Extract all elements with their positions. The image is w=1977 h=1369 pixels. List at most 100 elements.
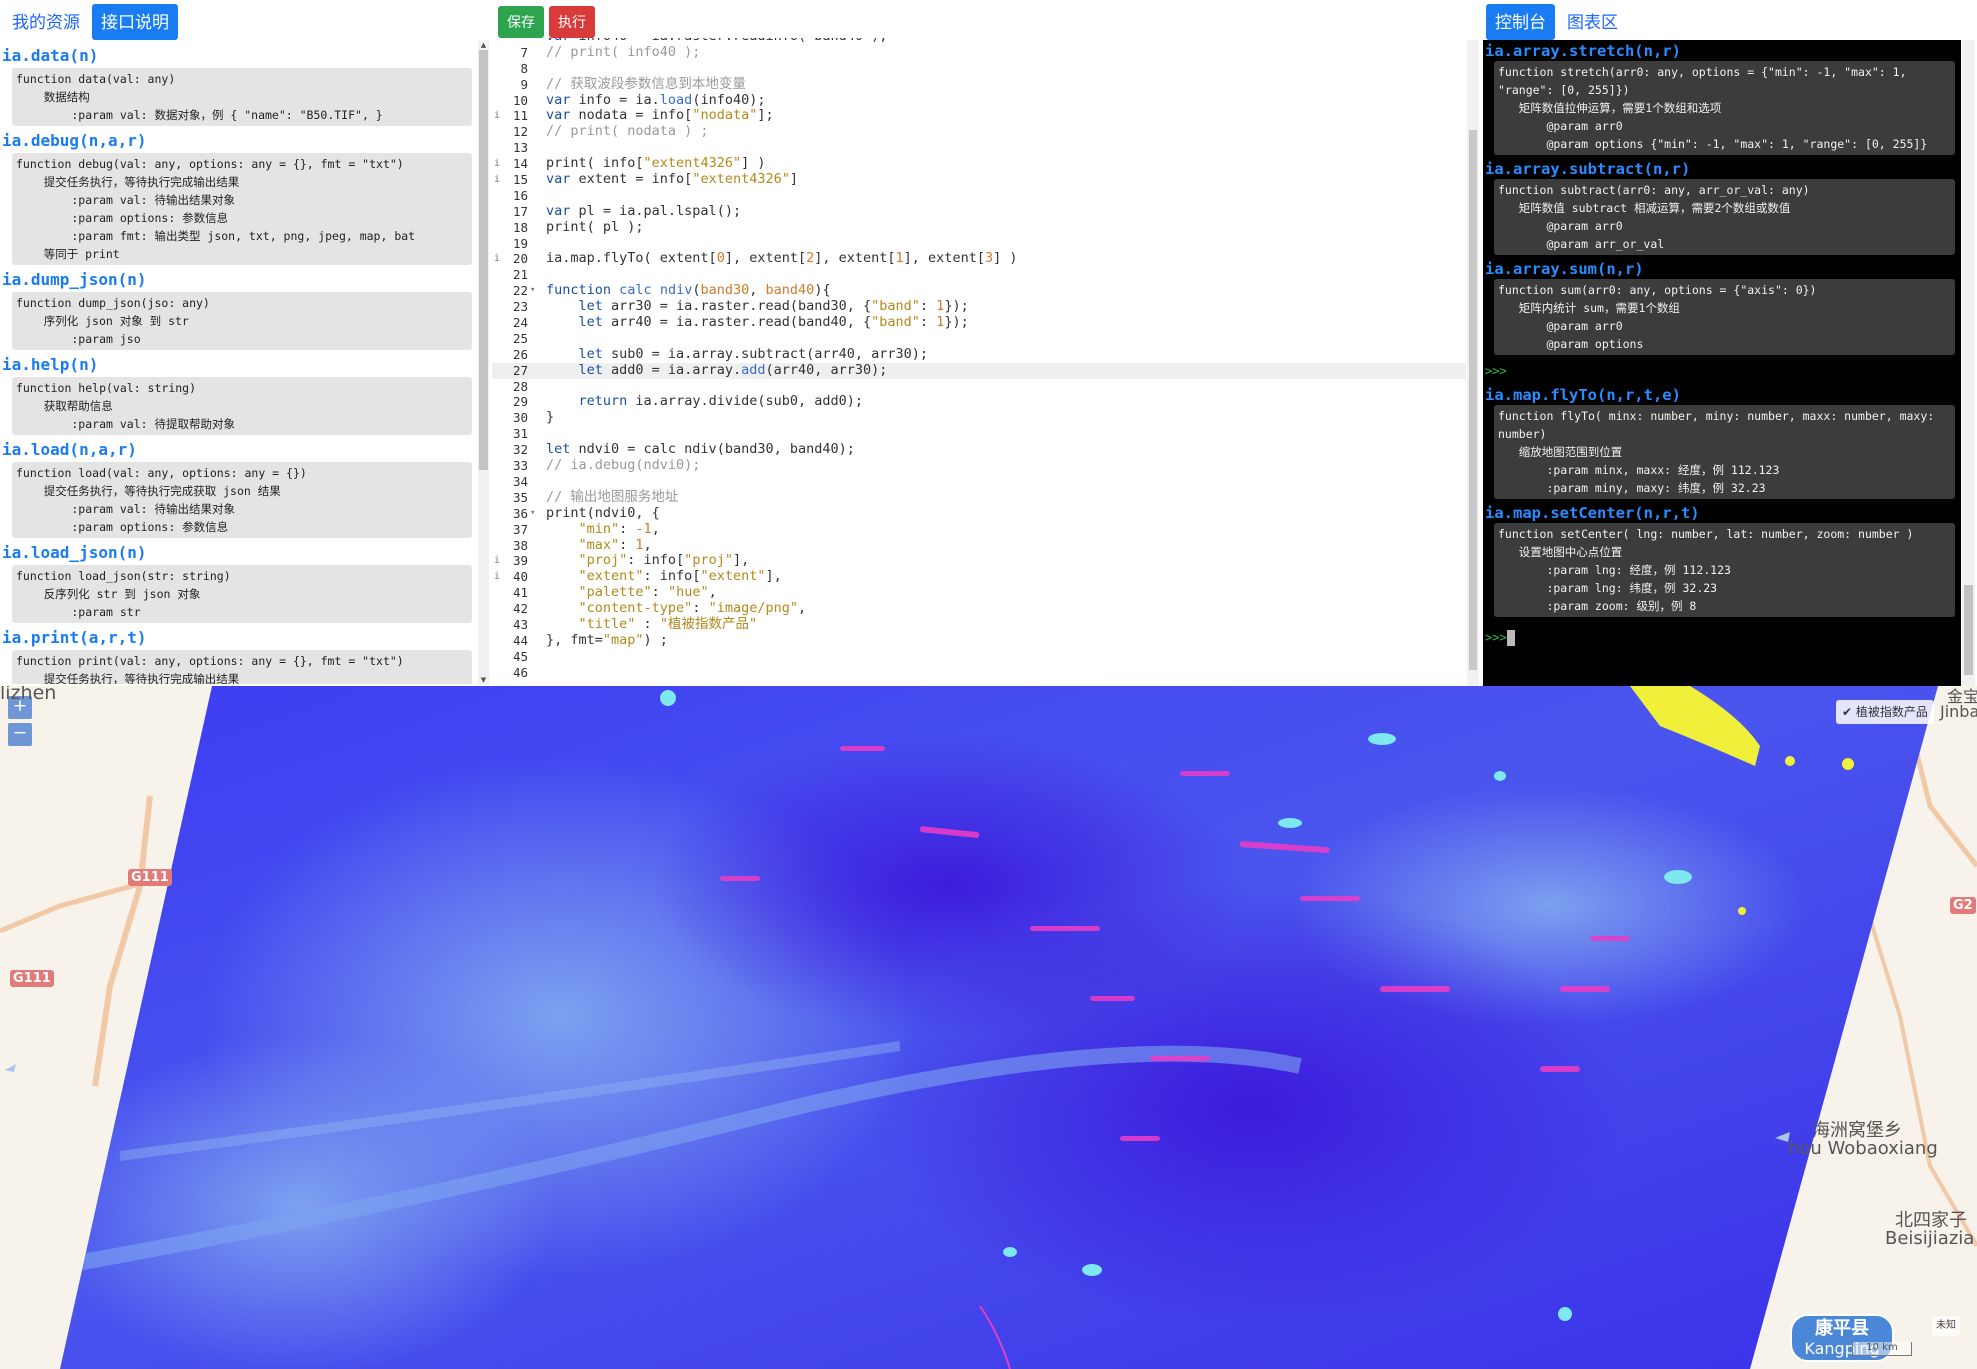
code-line[interactable]: 41 "palette": "hue", bbox=[492, 584, 1466, 601]
code-text: // 获取波段参数信息到本地变量 bbox=[546, 75, 746, 92]
scrollbar-thumb[interactable] bbox=[1964, 585, 1973, 675]
code-line[interactable]: 18 print( pl ); bbox=[492, 218, 1466, 236]
code-line[interactable]: 32 let ndvi0 = calc ndiv(band30, band40); bbox=[492, 441, 1466, 458]
code-line[interactable]: 37 "min": -1, bbox=[492, 521, 1466, 538]
line-number: 19 bbox=[512, 235, 528, 251]
code-text: var extent = info["extent4326"] bbox=[546, 171, 798, 188]
checkbox-icon[interactable]: ✔ bbox=[1842, 705, 1852, 719]
console-scrollbar[interactable] bbox=[1962, 40, 1975, 686]
code-line[interactable]: 27 let add0 = ia.array.add(arr40, arr30)… bbox=[492, 362, 1466, 379]
doc-entry-title[interactable]: ia.load_json(n) bbox=[0, 541, 474, 563]
code-area[interactable]: var info40 = ia.raster.readinfo( band40 … bbox=[492, 38, 1466, 686]
doc-entry-body: function load(val: any, options: any = {… bbox=[12, 462, 472, 538]
city-name-zh: 康平县 bbox=[1815, 1318, 1869, 1339]
code-line[interactable]: 35 // 输出地图服务地址 bbox=[492, 488, 1466, 506]
code-line[interactable]: 42 "content-type": "image/png", bbox=[492, 600, 1466, 617]
doc-line: function load_json(str: string) bbox=[16, 569, 231, 583]
doc-entry-title[interactable]: ia.dump_json(n) bbox=[0, 268, 474, 290]
code-line[interactable]: 31 bbox=[492, 426, 1466, 442]
scrollbar-thumb[interactable] bbox=[1469, 130, 1477, 670]
tab-my-resources[interactable]: 我的资源 bbox=[6, 4, 86, 40]
code-line[interactable]: 23 let arr30 = ia.raster.read(band30, {"… bbox=[492, 298, 1466, 315]
code-line[interactable]: 33 // ia.debug(ndvi0); bbox=[492, 457, 1466, 474]
code-line[interactable]: 34 bbox=[492, 474, 1466, 490]
doc-entry-title[interactable]: ia.help(n) bbox=[0, 353, 474, 375]
code-line[interactable]: 29 return ia.array.divide(sub0, add0); bbox=[492, 394, 1466, 410]
code-text: let sub0 = ia.array.subtract(arr40, arr3… bbox=[578, 345, 929, 362]
line-number: 16 bbox=[512, 187, 528, 203]
code-text: // 输出地图服务地址 bbox=[546, 488, 679, 505]
console-line: @param options {"min": -1, "max": 1, "ra… bbox=[1498, 137, 1928, 151]
code-line[interactable]: i 14 print( info["extent4326"] ) bbox=[492, 155, 1466, 172]
console-line: :param minx, maxx: 经度，例 112.123 bbox=[1498, 463, 1780, 477]
code-line[interactable]: 16 bbox=[492, 188, 1466, 204]
console-entry-title: ia.array.stretch(n,r) bbox=[1485, 42, 1681, 60]
code-line[interactable]: 9 // 获取波段参数信息到本地变量 bbox=[492, 75, 1466, 93]
layer-toggle[interactable]: ✔ 植被指数产品 bbox=[1836, 700, 1934, 724]
code-line[interactable]: 43 "title" : "植被指数产品" bbox=[492, 616, 1466, 633]
tab-chart-area[interactable]: 图表区 bbox=[1561, 4, 1624, 40]
doc-entry-title[interactable]: ia.load(n,a,r) bbox=[0, 438, 474, 460]
doc-entry-title[interactable]: ia.data(n) bbox=[0, 44, 474, 66]
zoom-out-button[interactable]: − bbox=[8, 723, 32, 746]
code-text: print( pl ); bbox=[546, 218, 644, 235]
console-entry-title: ia.map.flyTo(n,r,t,e) bbox=[1485, 386, 1681, 404]
code-line[interactable]: 21 bbox=[492, 267, 1466, 283]
code-line[interactable]: i 40 "extent": info["extent"], bbox=[492, 568, 1466, 585]
code-line[interactable]: i 39 "proj": info["proj"], bbox=[492, 552, 1466, 569]
doc-line: 提交任务执行，等待执行完成获取 json 结果 bbox=[16, 484, 281, 498]
code-line[interactable]: i 15 var extent = info["extent4326"] bbox=[492, 171, 1466, 188]
code-line[interactable]: 28 bbox=[492, 379, 1466, 395]
scrollbar-thumb[interactable] bbox=[479, 50, 488, 470]
tab-console[interactable]: 控制台 bbox=[1486, 4, 1555, 40]
console-line: :param zoom: 级别，例 8 bbox=[1498, 599, 1697, 613]
doc-entry-title[interactable]: ia.print(a,r,t) bbox=[0, 626, 474, 648]
fold-arrow-icon[interactable]: ▾ bbox=[530, 283, 535, 299]
code-line[interactable]: 30} bbox=[492, 409, 1466, 426]
code-line[interactable]: i 11 var nodata = info["nodata"]; bbox=[492, 108, 1466, 124]
doc-line: function help(val: string) bbox=[16, 381, 197, 395]
doc-entry-title[interactable]: ia.debug(n,a,r) bbox=[0, 129, 474, 151]
map-view[interactable]: + − lizhen 金宝 Jinbao 海洲窝堡乡 hou Wobaoxian… bbox=[0, 686, 1977, 1369]
code-line[interactable]: 46 bbox=[492, 665, 1466, 681]
code-line[interactable]: 24 let arr40 = ia.raster.read(band40, {"… bbox=[492, 314, 1466, 331]
console-output[interactable]: ia.array.stretch(n,r) function stretch(ar… bbox=[1483, 40, 1961, 686]
doc-line: :param options: 参数信息 bbox=[16, 211, 229, 225]
code-line[interactable]: 8 bbox=[492, 61, 1466, 77]
console-entry-body: function setCenter( lng: number, lat: nu… bbox=[1494, 523, 1955, 617]
console-input-line[interactable]: >>> bbox=[1483, 620, 1961, 646]
code-line[interactable]: 13 bbox=[492, 140, 1466, 156]
line-number: 34 bbox=[512, 473, 528, 489]
code-line[interactable]: i 20 ia.map.flyTo( extent[0], extent[2], e… bbox=[492, 251, 1466, 267]
code-line[interactable]: 12 // print( nodata ) ; bbox=[492, 123, 1466, 140]
doc-line: 反序列化 str 到 json 对象 bbox=[16, 587, 201, 601]
console-entry-body: function subtract(arr0: any, arr_or_val:… bbox=[1494, 179, 1955, 255]
code-line[interactable]: 19 bbox=[492, 236, 1466, 252]
ndvi-raster-layer bbox=[60, 686, 1938, 1369]
code-line[interactable]: 44}, fmt="map") ; bbox=[492, 632, 1466, 649]
line-number: 12 bbox=[512, 124, 528, 140]
code-line[interactable]: 36 ▾ print(ndvi0, { bbox=[492, 505, 1466, 522]
line-number: 21 bbox=[512, 267, 528, 283]
save-button[interactable]: 保存 bbox=[498, 6, 544, 38]
console-line: 缩放地图范围到位置 bbox=[1498, 445, 1623, 459]
code-line[interactable]: 7 // print( info40 ); bbox=[492, 44, 1466, 61]
editor-toolbar: 保存 执行 bbox=[492, 0, 1468, 38]
code-line[interactable]: 22 ▾ function calc ndiv(band30, band40){ bbox=[492, 282, 1466, 299]
scroll-down-icon[interactable]: ▼ bbox=[479, 676, 488, 684]
fold-arrow-icon[interactable]: ▾ bbox=[530, 506, 535, 522]
line-number: 28 bbox=[512, 378, 528, 394]
code-line[interactable]: 26 let sub0 = ia.array.subtract(arr40, a… bbox=[492, 345, 1466, 363]
tab-api-docs[interactable]: 接口说明 bbox=[92, 4, 178, 40]
code-line[interactable]: 17 var pl = ia.pal.lspal(); bbox=[492, 203, 1466, 220]
doc-scrollbar[interactable]: ▲ ▼ bbox=[478, 40, 489, 685]
line-number: 11 bbox=[512, 108, 528, 124]
code-line[interactable]: 25 bbox=[492, 331, 1466, 347]
code-scrollbar[interactable] bbox=[1467, 40, 1479, 686]
line-number: 42 bbox=[512, 601, 528, 617]
code-line[interactable]: 45 bbox=[492, 649, 1466, 665]
code-line[interactable]: 38 "max": 1, bbox=[492, 537, 1466, 554]
run-button[interactable]: 执行 bbox=[549, 6, 595, 38]
code-line[interactable]: 10 var info = ia.load(info40); bbox=[492, 92, 1466, 109]
scroll-up-icon[interactable]: ▲ bbox=[479, 41, 488, 49]
